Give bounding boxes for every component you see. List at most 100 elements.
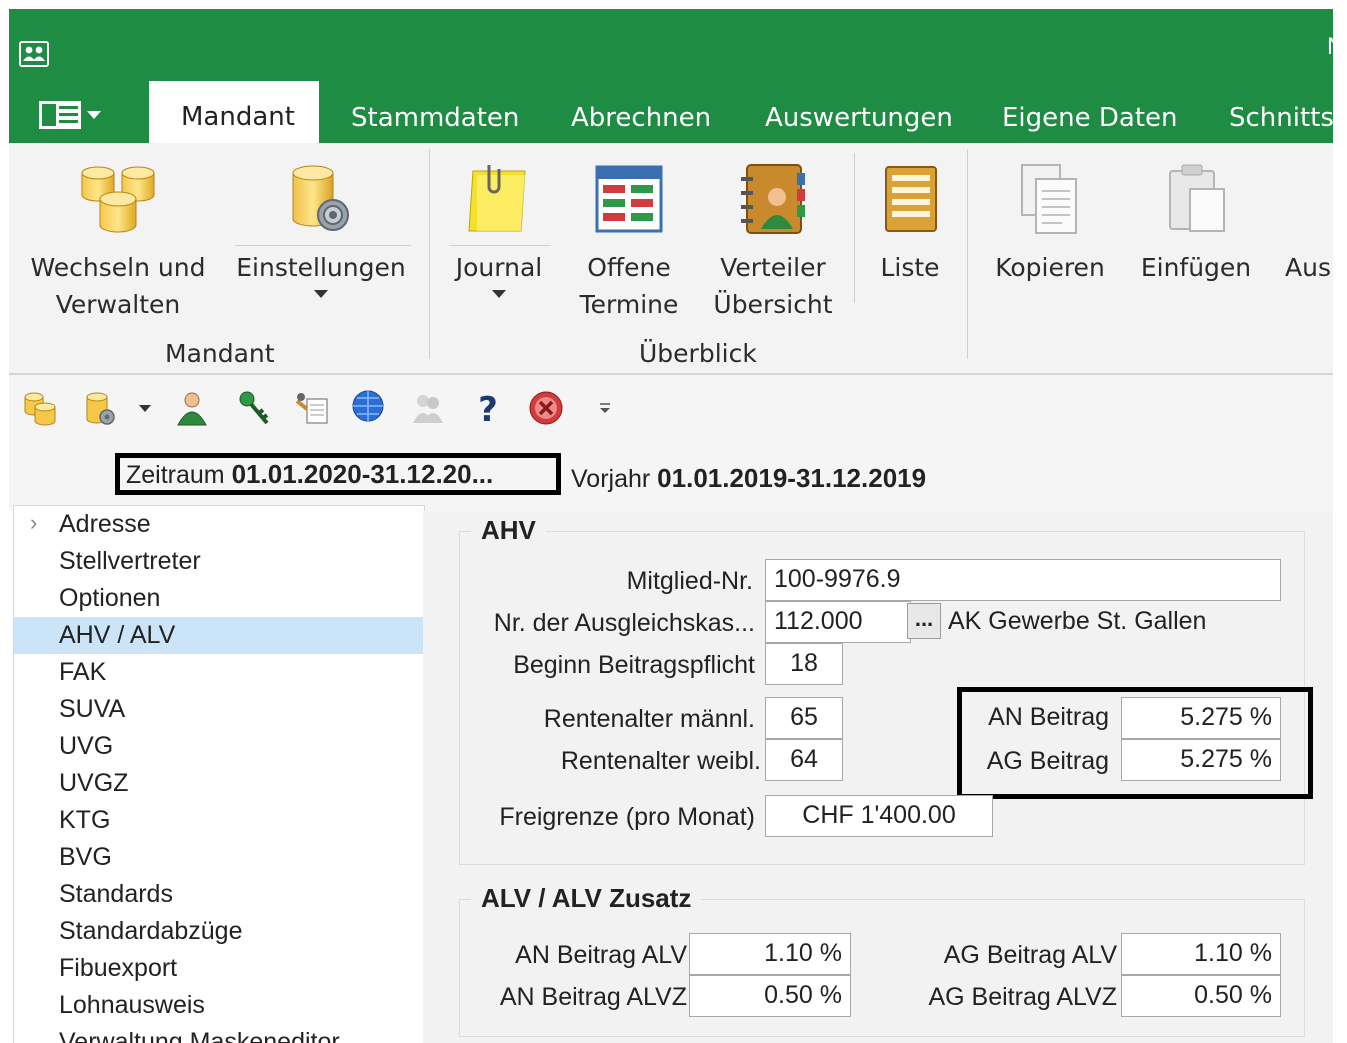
ribbon: Wechseln und Verwalten Einstellungen Man… bbox=[9, 143, 1333, 375]
list-icon bbox=[885, 166, 937, 232]
ribbon-separator bbox=[854, 153, 855, 303]
verteiler-uebersicht-label: Verteiler Übersicht bbox=[713, 253, 833, 319]
chevron-down-icon bbox=[314, 290, 328, 298]
wechseln-verwalten-button[interactable]: Wechseln und Verwalten bbox=[25, 159, 211, 323]
alv-group-title: ALV / ALV Zusatz bbox=[471, 883, 702, 914]
ag-beitrag-alv-field[interactable]: 1.10 % bbox=[1121, 933, 1281, 975]
svg-text:?: ? bbox=[478, 390, 498, 427]
users-disabled-icon[interactable] bbox=[409, 389, 447, 427]
chevron-down-icon bbox=[492, 290, 506, 298]
ag-beitrag-label: AG Beitrag bbox=[986, 747, 1109, 775]
nav-item-fak[interactable]: FAK bbox=[14, 654, 424, 691]
mitglied-label: Mitglied-Nr. bbox=[626, 567, 753, 595]
nav-item-ahv-alv[interactable]: AHV / ALV bbox=[14, 617, 424, 654]
ausschneiden-button[interactable]: Aus bbox=[1285, 159, 1333, 286]
ribbon-separator bbox=[967, 149, 968, 359]
liste-button[interactable]: Liste bbox=[865, 159, 955, 286]
ahv-group-title: AHV bbox=[471, 515, 546, 546]
an-beitrag-alvz-label: AN Beitrag ALVZ bbox=[499, 983, 687, 1011]
an-beitrag-label: AN Beitrag bbox=[988, 703, 1109, 731]
offene-termine-button[interactable]: Offene Termine bbox=[565, 159, 693, 323]
journal-note-icon bbox=[468, 165, 526, 232]
rentenalter-maennlich-label: Rentenalter männl. bbox=[543, 705, 755, 733]
rentenalter-maennlich-field[interactable]: 65 bbox=[765, 697, 843, 739]
beginn-label: Beginn Beitragspflicht bbox=[513, 651, 755, 679]
close-icon[interactable] bbox=[527, 389, 565, 427]
tab-eigene-daten[interactable]: Eigene Daten bbox=[1002, 97, 1178, 143]
journal-label: Journal bbox=[455, 253, 543, 282]
tab-abrechnen[interactable]: Abrechnen bbox=[571, 97, 711, 143]
customize-toolbar-icon[interactable] bbox=[595, 389, 615, 427]
einstellungen-button[interactable]: Einstellungen bbox=[235, 159, 411, 298]
cut-icon bbox=[1285, 159, 1333, 239]
user-icon[interactable] bbox=[173, 389, 211, 427]
rentenalter-weiblich-field[interactable]: 64 bbox=[765, 739, 843, 781]
ribbon-separator bbox=[429, 149, 430, 359]
navigation-list: › Adresse Stellvertreter Optionen AHV / … bbox=[13, 505, 425, 1043]
kopieren-button[interactable]: Kopieren bbox=[987, 159, 1113, 286]
an-beitrag-alvz-field[interactable]: 0.50 % bbox=[689, 975, 851, 1017]
database-settings-icon bbox=[292, 165, 349, 231]
nav-item-stellvertreter[interactable]: Stellvertreter bbox=[14, 543, 424, 580]
key-icon[interactable] bbox=[235, 389, 273, 427]
group-label-mandant: Mandant bbox=[165, 339, 275, 368]
nav-item-ktg[interactable]: KTG bbox=[14, 802, 424, 839]
document-tools-icon[interactable] bbox=[293, 389, 331, 427]
nav-item-optionen[interactable]: Optionen bbox=[14, 580, 424, 617]
nav-item-bvg[interactable]: BVG bbox=[14, 839, 424, 876]
mitglied-field[interactable]: 100-9976.9 bbox=[765, 559, 1281, 601]
ausschneiden-label: Aus bbox=[1285, 253, 1331, 282]
ag-beitrag-field[interactable]: 5.275 % bbox=[1121, 739, 1281, 781]
ag-beitrag-alvz-label: AG Beitrag ALVZ bbox=[928, 983, 1117, 1011]
freigrenze-field[interactable]: CHF 1'400.00 bbox=[765, 795, 993, 837]
quick-access-menu-icon[interactable] bbox=[35, 97, 105, 133]
beginn-field[interactable]: 18 bbox=[765, 643, 843, 685]
an-beitrag-alv-field[interactable]: 1.10 % bbox=[689, 933, 851, 975]
nav-item-standards[interactable]: Standards bbox=[14, 876, 424, 913]
detail-panel: AHV Mitglied-Nr. 100-9976.9 Nr. der Ausg… bbox=[423, 511, 1333, 1043]
tab-stammdaten[interactable]: Stammdaten bbox=[351, 97, 519, 143]
ag-beitrag-alvz-field[interactable]: 0.50 % bbox=[1121, 975, 1281, 1017]
globe-icon[interactable] bbox=[349, 389, 387, 427]
previous-year-value: 01.01.2019-31.12.2019 bbox=[657, 463, 927, 493]
quick-toolbar: ? bbox=[9, 375, 1333, 441]
nav-item-adresse[interactable]: Adresse bbox=[14, 506, 424, 543]
previous-year-label: Vorjahr bbox=[571, 465, 651, 493]
nav-item-standardabzuege[interactable]: Standardabzüge bbox=[14, 913, 424, 950]
tab-mandant[interactable]: Mandant bbox=[149, 81, 319, 143]
database-icon[interactable] bbox=[21, 389, 59, 427]
journal-button[interactable]: Journal bbox=[449, 159, 551, 298]
paste-icon bbox=[1169, 164, 1225, 232]
window-title-fragment: N bbox=[1327, 33, 1333, 61]
einfuegen-label: Einfügen bbox=[1140, 253, 1252, 282]
an-beitrag-alv-label: AN Beitrag ALV bbox=[515, 941, 687, 969]
app-users-icon[interactable] bbox=[19, 41, 49, 67]
title-bar: N Mandant Stammdaten Abrechnen Auswertun… bbox=[9, 9, 1333, 143]
nav-item-lohnausweis[interactable]: Lohnausweis bbox=[14, 987, 424, 1024]
an-beitrag-field[interactable]: 5.275 % bbox=[1121, 697, 1281, 739]
einfuegen-button[interactable]: Einfügen bbox=[1133, 159, 1259, 286]
ag-beitrag-alv-label: AG Beitrag ALV bbox=[943, 941, 1117, 969]
nav-item-uvgz[interactable]: UVGZ bbox=[14, 765, 424, 802]
help-icon[interactable]: ? bbox=[469, 389, 507, 427]
chevron-down-icon[interactable] bbox=[135, 389, 155, 427]
period-selector[interactable]: Zeitraum 01.01.2020-31.12.20... bbox=[115, 453, 561, 495]
tab-schnittstellen[interactable]: Schnittst bbox=[1229, 97, 1333, 143]
tab-auswertungen[interactable]: Auswertungen bbox=[765, 97, 953, 143]
offene-termine-label: Offene Termine bbox=[579, 253, 679, 319]
nav-item-uvg[interactable]: UVG bbox=[14, 728, 424, 765]
nav-item-verwaltung-maskeneditor[interactable]: Verwaltung Maskeneditor bbox=[14, 1024, 424, 1043]
app-window: N Mandant Stammdaten Abrechnen Auswertun… bbox=[9, 9, 1333, 1043]
ausgleichskasse-name: AK Gewerbe St. Gallen bbox=[941, 601, 1281, 643]
nav-item-suva[interactable]: SUVA bbox=[14, 691, 424, 728]
liste-label: Liste bbox=[880, 253, 940, 282]
ribbon-divider bbox=[235, 245, 411, 246]
nav-item-fibuexport[interactable]: Fibuexport bbox=[14, 950, 424, 987]
copy-icon bbox=[1021, 164, 1077, 234]
browse-button[interactable]: ... bbox=[907, 603, 941, 639]
group-label-ueberblick: Überblick bbox=[639, 339, 757, 368]
database-settings-icon[interactable] bbox=[81, 389, 119, 427]
calendar-grid-icon bbox=[595, 165, 663, 233]
verteiler-uebersicht-button[interactable]: Verteiler Übersicht bbox=[705, 159, 841, 323]
ausgleichskasse-field[interactable]: 112.000 bbox=[765, 601, 911, 643]
